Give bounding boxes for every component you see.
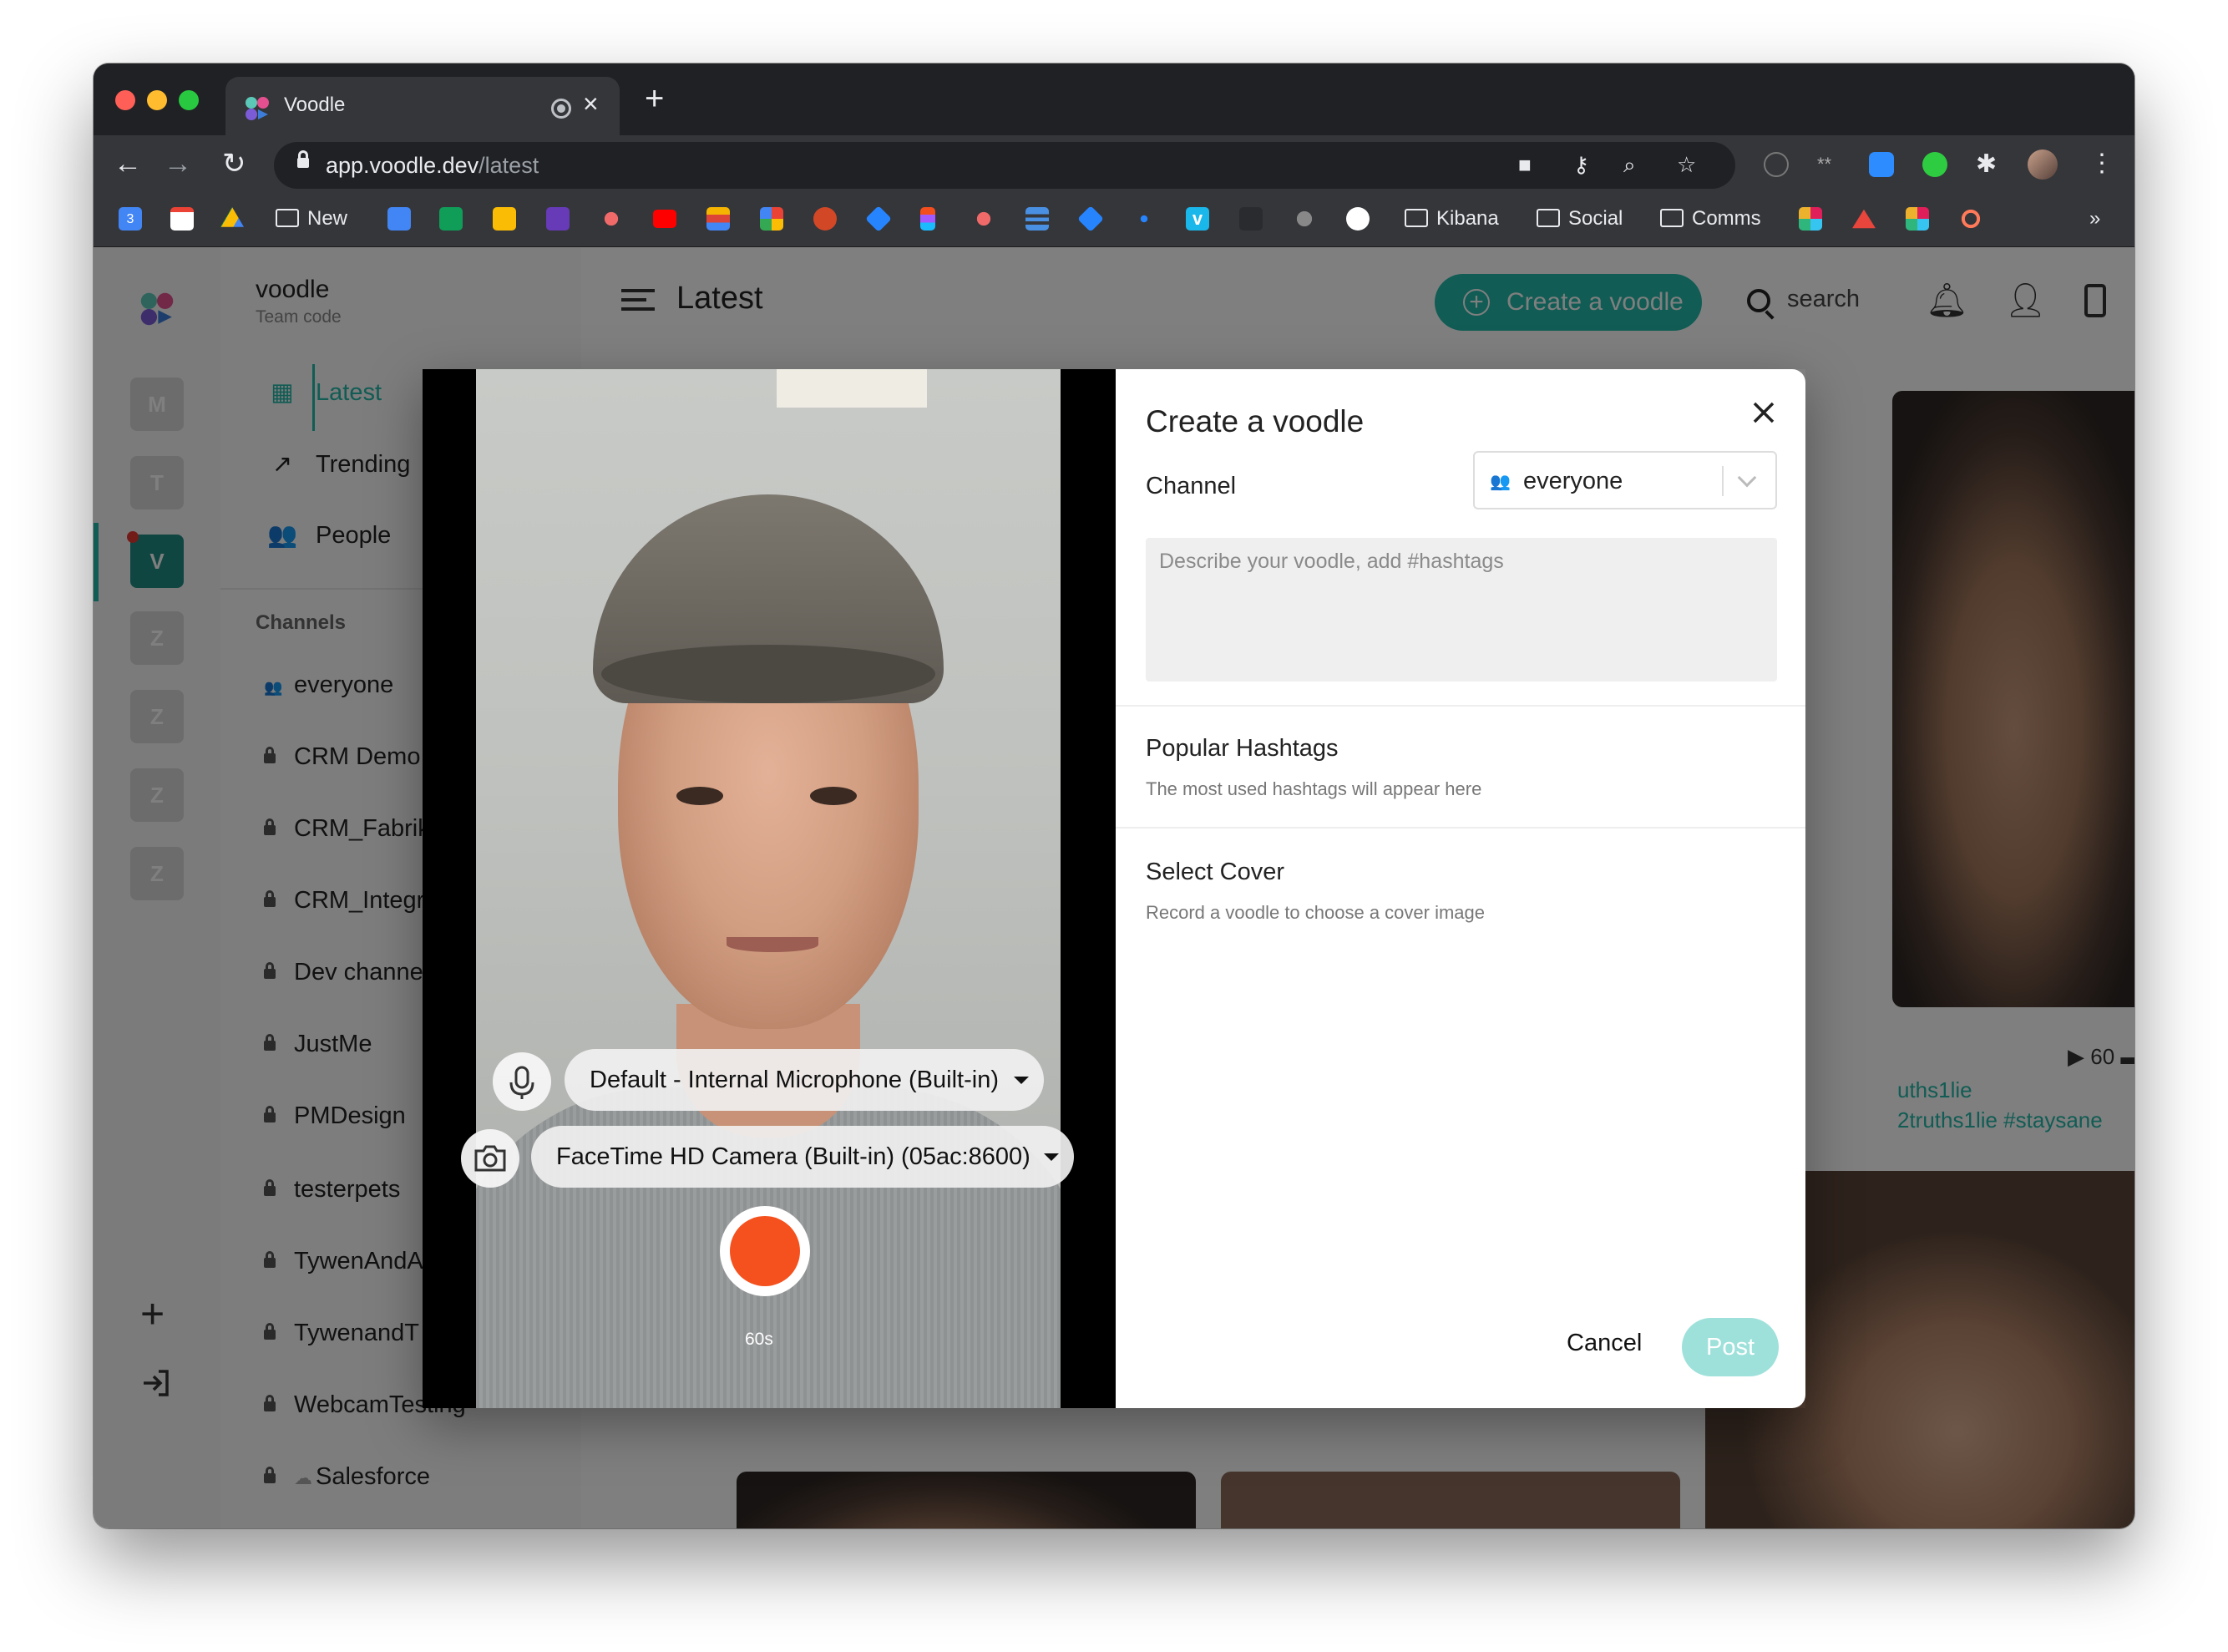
extension-info-icon[interactable] xyxy=(1764,152,1789,177)
zoom-extension-icon[interactable] xyxy=(1869,152,1894,177)
create-voodle-modal: Default - Internal Microphone (Built-in)… xyxy=(423,369,1805,1408)
asana-bookmark-2-icon[interactable] xyxy=(972,207,995,231)
extensions-puzzle-icon[interactable]: ✱ xyxy=(1976,152,2001,177)
zoom-icon[interactable]: ⌕ xyxy=(1623,152,1636,179)
profile-avatar[interactable] xyxy=(2028,149,2058,180)
video-recorder: Default - Internal Microphone (Built-in)… xyxy=(423,369,1116,1408)
popular-hashtags-subtitle: The most used hashtags will appear here xyxy=(1146,778,1482,799)
popular-hashtags-title: Popular Hashtags xyxy=(1146,735,1339,762)
close-icon[interactable] xyxy=(1747,396,1780,429)
create-voodle-form: Create a voodle Channel 👥 everyone Popul… xyxy=(1116,369,1805,1408)
gmail-bookmark-icon[interactable] xyxy=(170,207,194,231)
post-button[interactable]: Post xyxy=(1682,1318,1779,1376)
select-cover-title: Select Cover xyxy=(1146,859,1285,885)
recording-indicator-icon xyxy=(551,99,571,119)
new-tab-button[interactable]: + xyxy=(645,82,664,115)
address-bar[interactable]: app.voodle.dev/latest ■ ⚷ ⌕ ☆ xyxy=(274,142,1735,189)
youtube-bookmark-icon[interactable] xyxy=(653,210,676,228)
key-icon[interactable]: ⚷ xyxy=(1573,152,1589,178)
triangle-bookmark-icon[interactable] xyxy=(1852,209,1876,229)
forms-bookmark-icon[interactable] xyxy=(546,207,570,231)
divider xyxy=(1116,705,1805,707)
channel-label: Channel xyxy=(1146,473,1237,499)
calendar-bookmark-icon[interactable]: 3 xyxy=(119,207,142,231)
powerpoint-bookmark-icon[interactable] xyxy=(813,207,837,231)
tab-strip: Voodle × + xyxy=(94,63,2134,135)
chevron-down-icon xyxy=(1737,468,1757,488)
channel-select[interactable]: 👥 everyone xyxy=(1473,451,1777,509)
cancel-button[interactable]: Cancel xyxy=(1567,1330,1642,1357)
asana-bookmark-icon[interactable] xyxy=(600,207,623,231)
bookmark-folder-comms[interactable]: Comms xyxy=(1660,204,1761,234)
modal-title: Create a voodle xyxy=(1146,404,1365,438)
dots-bookmark-icon[interactable] xyxy=(1132,207,1156,231)
forward-icon[interactable]: → xyxy=(164,147,192,180)
jira-bookmark-2-icon[interactable] xyxy=(1077,205,1104,232)
close-window-button[interactable] xyxy=(115,90,135,110)
docs-bookmark-icon[interactable] xyxy=(387,207,411,231)
dark-bookmark-icon[interactable] xyxy=(1239,207,1263,231)
browser-menu-icon[interactable]: ⋮ xyxy=(2089,147,2114,180)
jira-bookmark-icon[interactable] xyxy=(865,205,892,232)
camera-icon[interactable] xyxy=(461,1129,519,1188)
bookmark-folder-kibana[interactable]: Kibana xyxy=(1405,204,1499,234)
tab-title: Voodle xyxy=(284,94,346,116)
wall-frame xyxy=(777,369,927,408)
minimize-window-button[interactable] xyxy=(147,90,167,110)
browser-tab[interactable]: Voodle × xyxy=(225,77,620,135)
bars-bookmark-icon[interactable] xyxy=(1025,207,1049,231)
green-extension-icon[interactable] xyxy=(1922,152,1947,177)
group-icon: 👥 xyxy=(1490,473,1511,491)
vimeo-bookmark-icon[interactable]: v xyxy=(1186,207,1209,231)
maximize-window-button[interactable] xyxy=(179,90,199,110)
browser-toolbar: ← → ↻ app.voodle.dev/latest ■ ⚷ ⌕ ☆ ** ✱… xyxy=(94,135,2134,194)
divider xyxy=(1116,827,1805,829)
more-bookmarks-icon[interactable]: » xyxy=(2089,204,2100,234)
stack-bookmark-icon[interactable] xyxy=(706,207,730,231)
url-host: app.voodle.dev xyxy=(326,153,479,178)
slack-bookmark-2-icon[interactable] xyxy=(1906,207,1929,231)
microphone-icon[interactable] xyxy=(493,1052,551,1111)
voodle-favicon-icon xyxy=(246,97,269,120)
extension-password-icon[interactable]: ** xyxy=(1817,152,1842,177)
select-cover-subtitle: Record a voodle to choose a cover image xyxy=(1146,902,1486,923)
slack-bookmark-icon[interactable] xyxy=(1799,207,1822,231)
bookmark-star-icon[interactable]: ☆ xyxy=(1677,152,1696,178)
camera-in-use-icon[interactable]: ■ xyxy=(1518,152,1532,178)
microphone-select[interactable]: Default - Internal Microphone (Built-in) xyxy=(565,1049,1044,1111)
github-bookmark-icon[interactable] xyxy=(1346,207,1370,231)
record-time-limit: 60s xyxy=(745,1330,773,1349)
url-path: /latest xyxy=(479,153,539,178)
camera-select[interactable]: FaceTime HD Camera (Built-in) (05ac:8600… xyxy=(531,1126,1074,1188)
sheets-bookmark-icon[interactable] xyxy=(439,207,463,231)
description-input[interactable] xyxy=(1146,538,1777,682)
back-icon[interactable]: ← xyxy=(114,147,142,180)
chevron-down-icon xyxy=(1014,1077,1029,1084)
close-tab-icon[interactable]: × xyxy=(583,89,599,119)
bookmark-folder-new[interactable]: New xyxy=(276,204,347,234)
slides-bookmark-icon[interactable] xyxy=(493,207,516,231)
record-button[interactable] xyxy=(720,1206,810,1296)
drive-bookmark-icon[interactable] xyxy=(220,207,244,227)
figma-bookmark-icon[interactable] xyxy=(920,207,935,231)
bookmark-folder-social[interactable]: Social xyxy=(1537,204,1623,234)
apple-bookmark-icon[interactable] xyxy=(1293,207,1316,231)
lock-icon xyxy=(297,150,309,168)
bookmarks-bar: 3 New v Kibana Social Comms » xyxy=(94,194,2134,247)
hubspot-bookmark-icon[interactable] xyxy=(1959,207,1982,231)
chevron-down-icon xyxy=(1044,1153,1059,1161)
reload-icon[interactable]: ↻ xyxy=(222,147,246,180)
pinwheel-bookmark-icon[interactable] xyxy=(760,207,783,231)
